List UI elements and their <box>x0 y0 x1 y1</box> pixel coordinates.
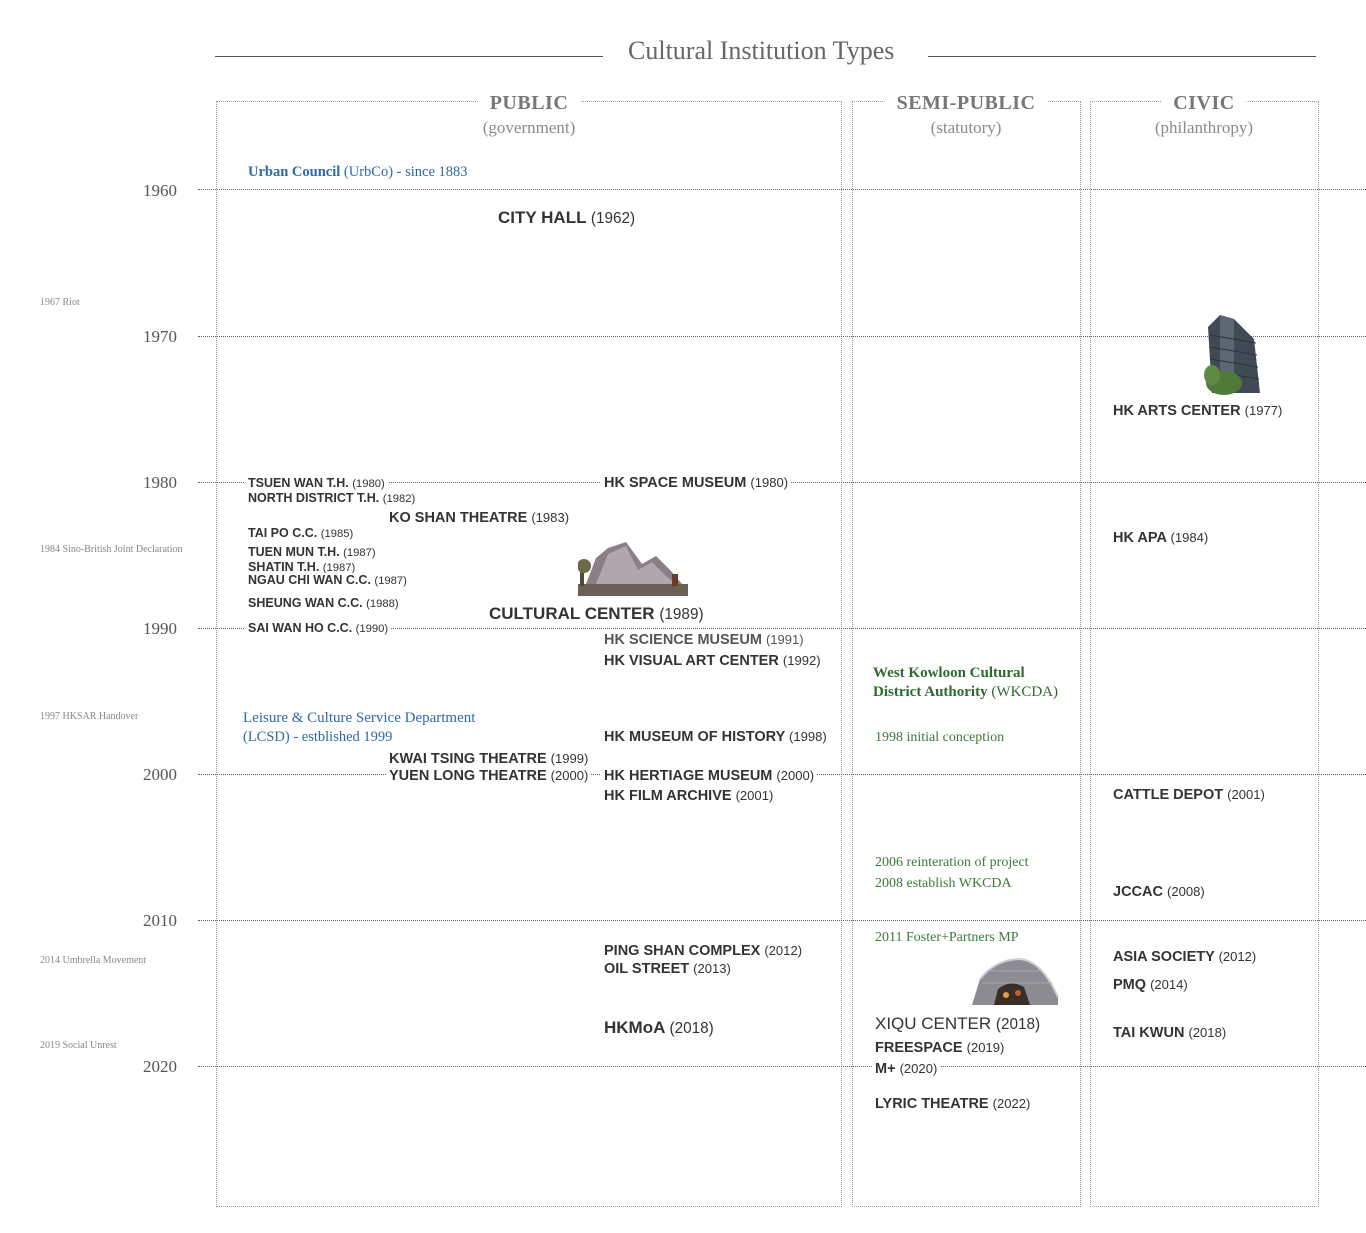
hk-arts-center-image <box>1204 315 1260 395</box>
decade-line-1970 <box>198 336 1366 337</box>
event-label: 1984 Sino-British Joint Declaration <box>40 544 183 555</box>
institution-city-hall: CITY HALL (1962) <box>495 208 639 228</box>
institution-tuen-mun-th: TUEN MUN T.H. (1987) <box>245 545 379 559</box>
institution-hk-film-archive: HK FILM ARCHIVE (2001) <box>601 788 777 804</box>
wkcda-note: 2011 Foster+Partners MP <box>875 930 1019 945</box>
column-heading-civic: CIVIC <box>1161 92 1247 115</box>
title-rule-right <box>928 56 1316 57</box>
page-title: Cultural Institution Types <box>628 36 895 65</box>
institution-cultural-center: CULTURAL CENTER (1989) <box>486 604 707 624</box>
wkcda-note: 1998 initial conception <box>875 730 1005 745</box>
institution-tsuen-wan-th: TSUEN WAN T.H. (1980) <box>245 476 388 490</box>
institution-hk-museum-of-history: HK MUSEUM OF HISTORY (1998) <box>601 729 830 745</box>
xiqu-center-image <box>972 957 1059 1005</box>
institution-hk-space-museum: HK SPACE MUSEUM (1980) <box>601 475 792 491</box>
institution-sheung-wan-cc: SHEUNG WAN C.C. (1988) <box>245 596 402 610</box>
year-label: 2020 <box>143 1057 177 1076</box>
decade-line-2010 <box>198 920 1366 921</box>
institution-ko-shan-theatre: KO SHAN THEATRE (1983) <box>386 510 573 526</box>
institution-north-district-th: NORTH DISTRICT T.H. (1982) <box>245 491 419 505</box>
institution-tai-kwun: TAI KWUN (2018) <box>1110 1025 1230 1041</box>
institution-pmq: PMQ (2014) <box>1110 977 1191 993</box>
column-subheading-civic: (philanthropy) <box>1154 118 1254 137</box>
institution-hkmoa: HKMoA (2018) <box>601 1018 717 1038</box>
column-civic <box>1090 101 1319 1207</box>
year-label: 1990 <box>143 619 177 638</box>
institution-lyric-theatre: LYRIC THEATRE (2022) <box>872 1096 1034 1112</box>
lcsd-label: Leisure & Culture Service Department <box>243 710 476 726</box>
event-label: 1997 HKSAR Handover <box>40 711 139 722</box>
decade-line-1960 <box>198 189 1366 190</box>
institution-hk-science-museum: HK SCIENCE MUSEUM (1991) <box>601 632 807 648</box>
year-label: 1980 <box>143 473 177 492</box>
urban-council-label: Urban Council (UrbCo) - since 1883 <box>248 164 468 180</box>
decade-line-2020 <box>198 1066 1366 1067</box>
institution-yuen-long-theatre: YUEN LONG THEATRE (2000) <box>386 768 592 784</box>
column-heading-public: PUBLIC <box>477 92 581 115</box>
institution-m-plus: M+ (2020) <box>872 1061 941 1077</box>
institution-ngau-chi-wan-cc: NGAU CHI WAN C.C. (1987) <box>245 573 410 587</box>
wkcda-note: 2006 reinteration of project <box>875 855 1029 870</box>
institution-xiqu-center: XIQU CENTER (2018) <box>872 1014 1044 1034</box>
institution-hk-arts-center: HK ARTS CENTER (1977) <box>1110 403 1286 419</box>
institution-hk-apa: HK APA (1984) <box>1110 530 1212 546</box>
institution-oil-street: OIL STREET (2013) <box>601 961 734 977</box>
institution-hk-heritage-museum: HK HERTIAGE MUSEUM (2000) <box>601 768 818 784</box>
year-label: 2010 <box>143 911 177 930</box>
wkcda-note: 2008 establish WKCDA <box>875 876 1012 891</box>
year-label: 2000 <box>143 765 177 784</box>
institution-ping-shan-complex: PING SHAN COMPLEX (2012) <box>601 943 806 959</box>
institution-jccac: JCCAC (2008) <box>1110 884 1208 900</box>
institution-asia-society: ASIA SOCIETY (2012) <box>1110 949 1260 965</box>
wkcda-title-line1: West Kowloon Cultural <box>873 665 1025 681</box>
institution-shatin-th: SHATIN T.H. (1987) <box>245 560 359 574</box>
column-subheading-public: (government) <box>482 118 576 137</box>
institution-tai-po-cc: TAI PO C.C. (1985) <box>245 526 357 540</box>
column-subheading-semi-public: (statutory) <box>930 118 1002 137</box>
lcsd-established-label: (LCSD) - estblished 1999 <box>243 729 393 745</box>
title-rule-left <box>215 56 603 57</box>
column-heading-semi-public: SEMI-PUBLIC <box>884 92 1048 115</box>
cultural-center-image <box>578 542 688 596</box>
event-label: 1967 Riot <box>40 297 80 308</box>
wkcda-title-line2: District Authority (WKCDA) <box>873 684 1058 700</box>
year-label: 1970 <box>143 327 177 346</box>
event-label: 2014 Umbrella Movement <box>40 955 147 966</box>
year-label: 1960 <box>143 181 177 200</box>
institution-freespace: FREESPACE (2019) <box>872 1040 1008 1056</box>
institution-kwai-tsing-theatre: KWAI TSING THEATRE (1999) <box>386 751 592 767</box>
institution-hk-visual-art-center: HK VISUAL ART CENTER (1992) <box>601 653 824 669</box>
event-label: 2019 Social Unrest <box>40 1040 117 1051</box>
institution-sai-wan-ho-cc: SAI WAN HO C.C. (1990) <box>245 621 392 635</box>
institution-cattle-depot: CATTLE DEPOT (2001) <box>1110 787 1268 803</box>
